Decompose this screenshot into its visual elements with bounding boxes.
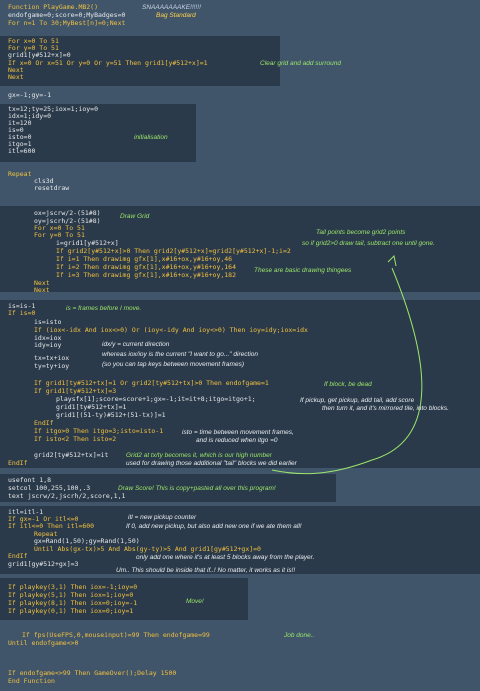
code-editor: Function PlayGame.MB2() SNAAAAAAAKE!!!!!… [0, 0, 480, 691]
code-line: resetdraw [34, 184, 70, 192]
code-comment: initialisation [134, 134, 168, 141]
code-line: If i=3 Then drawimg gfx[1],x#16+ox,y#16+… [56, 271, 237, 279]
code-line: If isto<2 Then isto=2 [34, 435, 117, 443]
code-line: text jscrw/2,jscrh/2,score,1,1 [8, 492, 126, 500]
code-line: Next [8, 73, 24, 81]
code-comment: isto = time between movement frames, [182, 429, 294, 436]
code-comment: Um.. This should be inside that if..! No… [116, 567, 296, 574]
code-comment: These are basic drawing thingees [254, 267, 352, 274]
code-line: grid1[gy#512+gx]=3 [8, 560, 79, 568]
code-comment: If pickup, get pickup, add tail, add sco… [300, 397, 415, 404]
code-comment: Grid2 at tx/ty becomes it, which is our … [126, 452, 272, 459]
code-comment: itl = new pickup counter [128, 514, 197, 521]
code-comment: so if grid2>0 draw tail, subtract one un… [302, 240, 435, 247]
code-comment: Tail points become grid2 points [316, 229, 406, 236]
code-line: Until endofgame<>0 [8, 639, 79, 647]
code-line: Until Abs(gx-tx)>5 And Abs(gy-ty)>5 And … [34, 545, 261, 553]
code-line: End Function [8, 677, 55, 685]
code-comment: idx/y = current direction [102, 341, 170, 348]
code-comment: Bag Standard [156, 12, 196, 19]
code-comment: then turn it, and it's mirrored tile, in… [322, 405, 449, 412]
code-line: grid1[(51-ty)#512+(51-tx)]=1 [56, 411, 166, 419]
code-line: If (iox<-idx And iox<>0) Or (ioy<-idy An… [34, 326, 308, 334]
code-comment: only add one where it's at least 5 block… [136, 554, 315, 561]
code-comment: Move! [186, 598, 204, 605]
code-line: For n=1 To 30;MyBest[n]=0;Next [8, 19, 126, 27]
code-line: If is=0 [8, 309, 36, 317]
code-comment: and is reduced when itgo =0 [196, 437, 278, 444]
code-comment: Draw Grid [120, 213, 150, 220]
code-line: ty=ty+ioy [34, 362, 70, 370]
code-comment: whereas iox/ioy is the current "I want t… [102, 351, 258, 358]
code-line: itl=600 [8, 147, 36, 155]
code-comment: (so you can tap keys between movement fr… [102, 361, 244, 368]
code-line: Repeat [8, 170, 32, 178]
title-comment: SNAAAAAAAKE!!!!!! [142, 4, 201, 11]
code-line: idy=ioy [34, 341, 62, 349]
code-comment: If 0, add new pickup, but also add new o… [126, 523, 302, 530]
code-line: grid2[ty#512+tx]=it [34, 451, 109, 459]
code-comment: Job done.. [284, 632, 315, 639]
code-line: If playkey(0,1) Then iox=0;ioy=1 [8, 607, 134, 615]
code-comment: Clear grid and add surround [260, 60, 341, 67]
code-comment: is = frames before I move. [66, 305, 142, 312]
code-comment: used for drawing those additional "tail"… [126, 460, 297, 467]
code-line: gx=-1;gy=-1 [8, 91, 52, 99]
code-line: Next [34, 286, 50, 294]
code-line: EndIf [8, 459, 28, 467]
code-comment: Draw Score! This is copy+pasted all over… [118, 485, 276, 492]
code-comment: If block, be dead [324, 381, 372, 388]
code-line: If x=0 Or x=51 Or y=0 Or y=51 Then grid1… [8, 59, 208, 67]
